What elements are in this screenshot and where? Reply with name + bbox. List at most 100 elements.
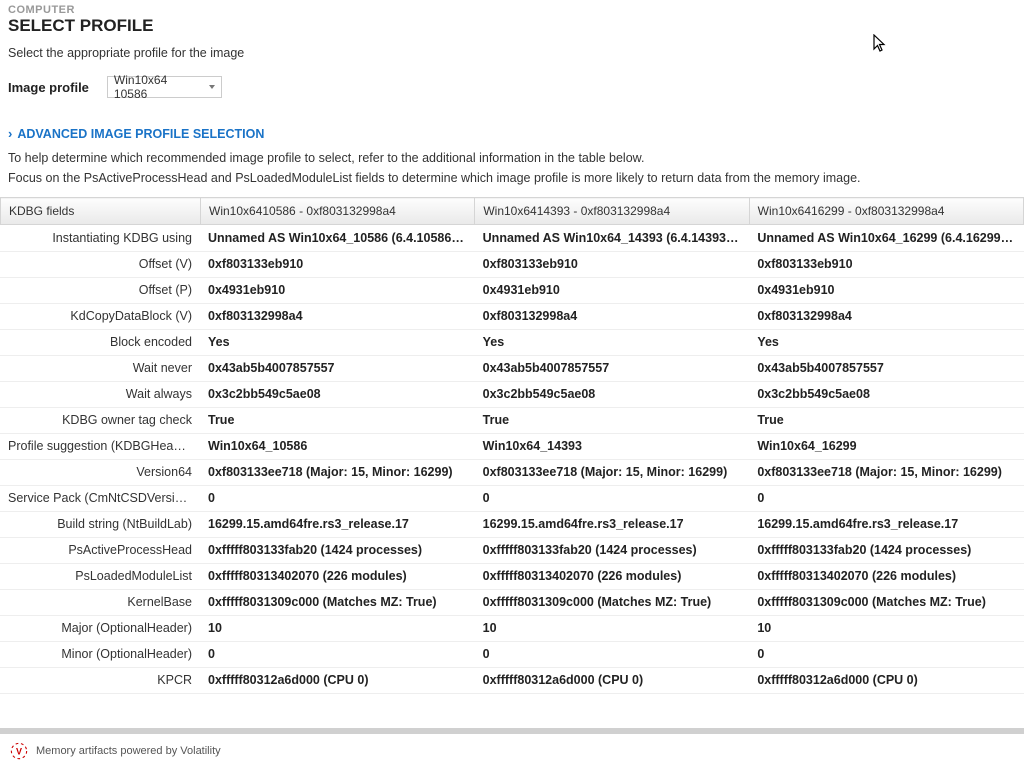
svg-text:V: V xyxy=(16,747,22,757)
field-value: 0xf803133ee718 (Major: 15, Minor: 16299) xyxy=(200,459,475,485)
field-label: Wait never xyxy=(0,355,200,381)
page-subtitle: Select the appropriate profile for the i… xyxy=(8,46,1016,60)
field-value: True xyxy=(749,407,1024,433)
field-value: 0xf803133ee718 (Major: 15, Minor: 16299) xyxy=(749,459,1024,485)
field-label: PsActiveProcessHead xyxy=(0,537,200,563)
table-row: Version640xf803133ee718 (Major: 15, Mino… xyxy=(0,459,1024,485)
chevron-right-icon: › xyxy=(8,126,12,141)
field-value: 16299.15.amd64fre.rs3_release.17 xyxy=(475,511,750,537)
image-profile-label: Image profile xyxy=(8,80,89,95)
kdbg-table: KDBG fields Win10x6410586 - 0xf803132998… xyxy=(0,197,1024,225)
field-value: 0xfffff80313402070 (226 modules) xyxy=(200,563,475,589)
col-header-profile-1[interactable]: Win10x6410586 - 0xf803132998a4 xyxy=(201,198,475,225)
field-label: KernelBase xyxy=(0,589,200,615)
field-label: PsLoadedModuleList xyxy=(0,563,200,589)
field-value: 0x4931eb910 xyxy=(749,277,1024,303)
field-value: 0xf803132998a4 xyxy=(200,303,475,329)
field-value: 0xfffff8031309c000 (Matches MZ: True) xyxy=(200,589,475,615)
field-value: 0xfffff803133fab20 (1424 processes) xyxy=(200,537,475,563)
field-value: 16299.15.amd64fre.rs3_release.17 xyxy=(749,511,1024,537)
advanced-profile-toggle[interactable]: › ADVANCED IMAGE PROFILE SELECTION xyxy=(0,126,1024,141)
field-value: 0x43ab5b4007857557 xyxy=(749,355,1024,381)
field-value: 0xf803133eb910 xyxy=(475,251,750,277)
table-row: Offset (P)0x4931eb9100x4931eb9100x4931eb… xyxy=(0,277,1024,303)
table-header-row: KDBG fields Win10x6410586 - 0xf803132998… xyxy=(1,198,1024,225)
help-text-1: To help determine which recommended imag… xyxy=(0,151,1024,165)
field-value: Unnamed AS Win10x64_16299 (6.4.16299 64b… xyxy=(749,225,1024,251)
table-row: PsLoadedModuleList0xfffff80313402070 (22… xyxy=(0,563,1024,589)
field-label: Profile suggestion (KDBGHeader) xyxy=(0,433,200,459)
image-profile-selected: Win10x64 10586 xyxy=(114,73,201,101)
field-value: 0 xyxy=(749,641,1024,667)
table-row: Profile suggestion (KDBGHeader) Win10x64_… xyxy=(0,433,1024,459)
field-label: Build string (NtBuildLab) xyxy=(0,511,200,537)
field-value: 0xfffff80313402070 (226 modules) xyxy=(749,563,1024,589)
col-header-field[interactable]: KDBG fields xyxy=(1,198,201,225)
table-row: Instantiating KDBG usingUnnamed AS Win10… xyxy=(0,225,1024,251)
field-label: Service Pack (CmNtCSDVersion) xyxy=(0,485,200,511)
field-label: Offset (V) xyxy=(0,251,200,277)
field-label: Wait always xyxy=(0,381,200,407)
field-value: 0xf803132998a4 xyxy=(749,303,1024,329)
field-value: 0 xyxy=(475,641,750,667)
field-value: 16299.15.amd64fre.rs3_release.17 xyxy=(200,511,475,537)
field-value: Win10x64_16299 xyxy=(749,433,1024,459)
table-row: KPCR0xfffff80312a6d000 (CPU 0)0xfffff803… xyxy=(0,667,1024,693)
field-value: 0xf803133ee718 (Major: 15, Minor: 16299) xyxy=(475,459,750,485)
table-row: Wait never0x43ab5b40078575570x43ab5b4007… xyxy=(0,355,1024,381)
field-label: Instantiating KDBG using xyxy=(0,225,200,251)
field-value: Yes xyxy=(749,329,1024,355)
table-row: Block encodedYesYesYes xyxy=(0,329,1024,355)
col-header-profile-2[interactable]: Win10x6414393 - 0xf803132998a4 xyxy=(475,198,749,225)
field-value: True xyxy=(200,407,475,433)
field-value: 0xf803133eb910 xyxy=(200,251,475,277)
field-label: KPCR xyxy=(0,667,200,693)
field-value: 0x3c2bb549c5ae08 xyxy=(749,381,1024,407)
image-profile-dropdown[interactable]: Win10x64 10586 xyxy=(107,76,222,98)
field-value: Yes xyxy=(475,329,750,355)
field-label: KDBG owner tag check xyxy=(0,407,200,433)
field-value: 0xf803133eb910 xyxy=(749,251,1024,277)
field-label: Offset (P) xyxy=(0,277,200,303)
kdbg-table-wrap: KDBG fields Win10x6410586 - 0xf803132998… xyxy=(0,197,1024,694)
field-value: 0xfffff80312a6d000 (CPU 0) xyxy=(200,667,475,693)
field-value: 0xfffff80312a6d000 (CPU 0) xyxy=(475,667,750,693)
field-value: Yes xyxy=(200,329,475,355)
col-header-profile-3[interactable]: Win10x6416299 - 0xf803132998a4 xyxy=(749,198,1023,225)
field-value: 0 xyxy=(475,485,750,511)
field-value: Unnamed AS Win10x64_10586 (6.4.10586 64b… xyxy=(200,225,475,251)
field-value: Unnamed AS Win10x64_14393 (6.4.14393 64b… xyxy=(475,225,750,251)
table-scroll-area[interactable]: Instantiating KDBG usingUnnamed AS Win10… xyxy=(0,225,1024,694)
field-value: 0xfffff8031309c000 (Matches MZ: True) xyxy=(475,589,750,615)
field-value: 0 xyxy=(200,485,475,511)
field-value: 0x3c2bb549c5ae08 xyxy=(200,381,475,407)
breadcrumb: COMPUTER xyxy=(8,4,1016,16)
field-value: 0xf803132998a4 xyxy=(475,303,750,329)
advanced-profile-toggle-label: ADVANCED IMAGE PROFILE SELECTION xyxy=(17,127,264,141)
field-value: 0xfffff803133fab20 (1424 processes) xyxy=(749,537,1024,563)
volatility-icon: V xyxy=(10,742,28,760)
table-row: PsActiveProcessHead0xfffff803133fab20 (1… xyxy=(0,537,1024,563)
footer-text: Memory artifacts powered by Volatility xyxy=(36,745,221,757)
field-value: 0xfffff8031309c000 (Matches MZ: True) xyxy=(749,589,1024,615)
field-value: 10 xyxy=(749,615,1024,641)
field-value: 0xfffff80313402070 (226 modules) xyxy=(475,563,750,589)
field-label: Block encoded xyxy=(0,329,200,355)
field-value: 0x4931eb910 xyxy=(475,277,750,303)
field-label: Major (OptionalHeader) xyxy=(0,615,200,641)
field-value: 0xfffff803133fab20 (1424 processes) xyxy=(475,537,750,563)
field-value: True xyxy=(475,407,750,433)
field-value: 0 xyxy=(749,485,1024,511)
field-label: Version64 xyxy=(0,459,200,485)
field-value: 0x43ab5b4007857557 xyxy=(200,355,475,381)
help-text-2: Focus on the PsActiveProcessHead and PsL… xyxy=(0,171,1024,185)
page-title: SELECT PROFILE xyxy=(8,16,1016,36)
footer: V Memory artifacts powered by Volatility xyxy=(0,728,1024,768)
table-row: Major (OptionalHeader)101010 xyxy=(0,615,1024,641)
table-row: KernelBase0xfffff8031309c000 (Matches MZ… xyxy=(0,589,1024,615)
field-value: 0x43ab5b4007857557 xyxy=(475,355,750,381)
field-value: 0 xyxy=(200,641,475,667)
field-value: 10 xyxy=(475,615,750,641)
field-value: 0x3c2bb549c5ae08 xyxy=(475,381,750,407)
table-row: Offset (V)0xf803133eb9100xf803133eb9100x… xyxy=(0,251,1024,277)
